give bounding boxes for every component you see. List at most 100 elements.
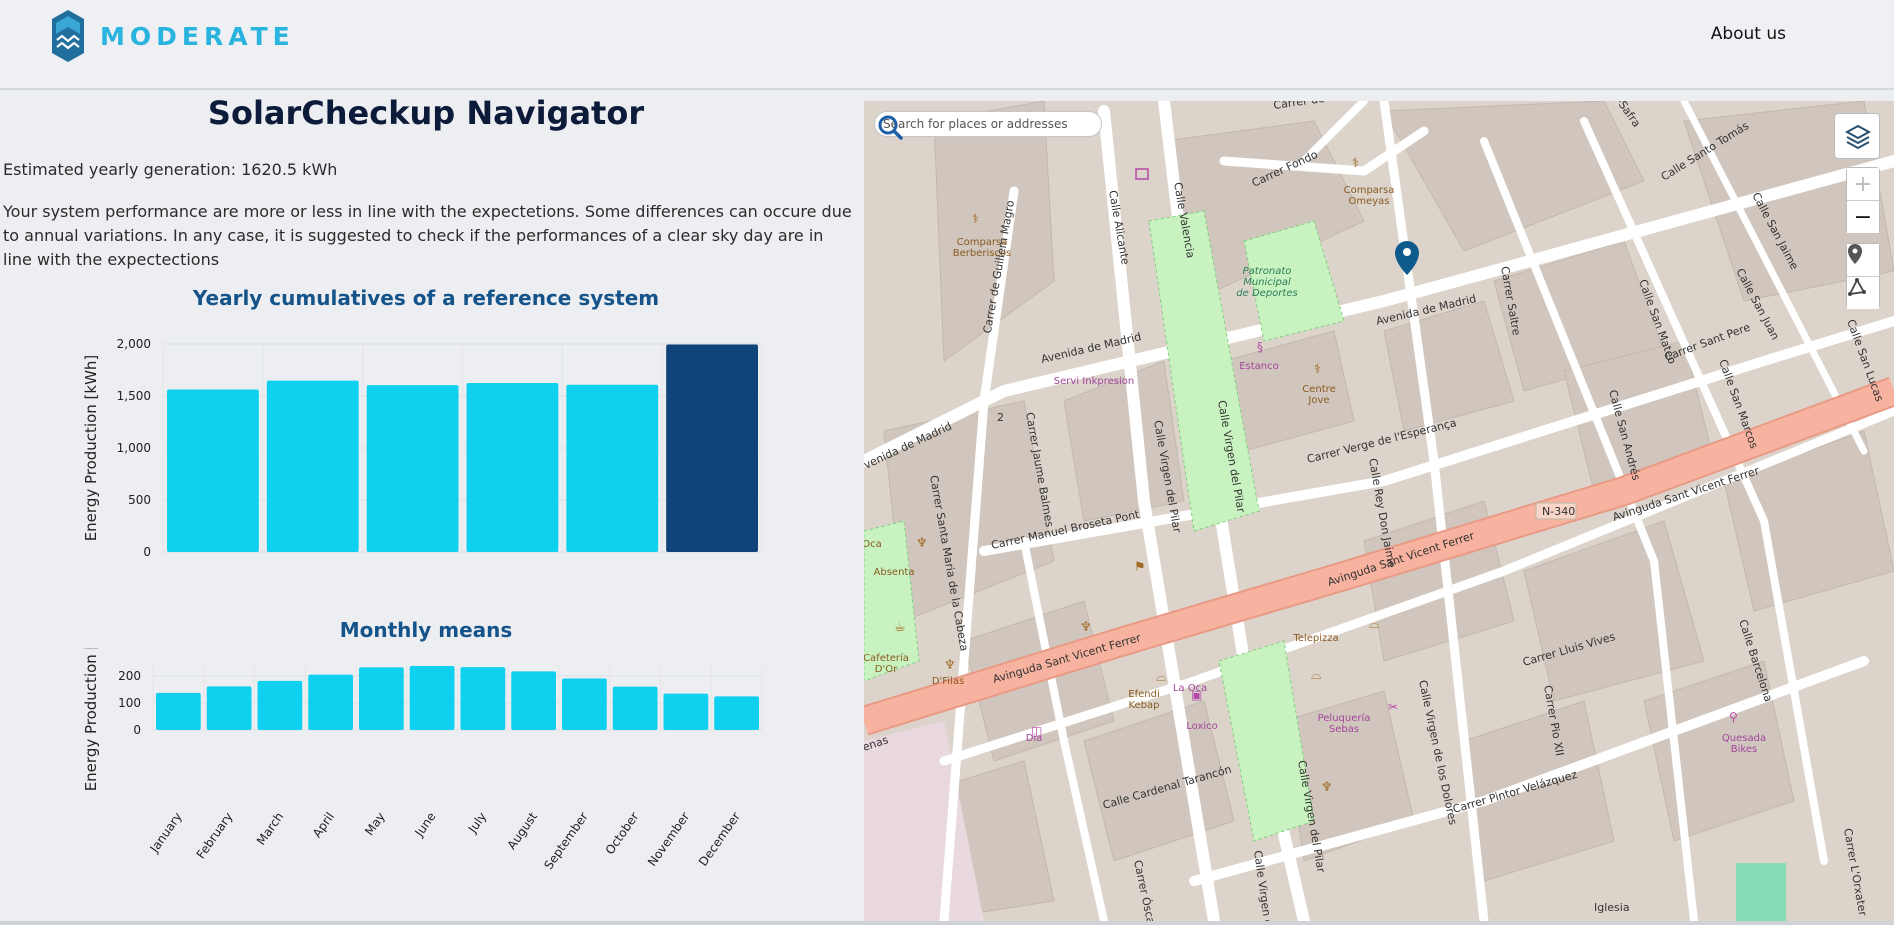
svg-text:⌓: ⌓ xyxy=(1156,670,1166,685)
marker-icon xyxy=(1848,244,1862,264)
svg-text:⌓: ⌓ xyxy=(1369,617,1379,632)
map-poi-la-oca: La Oca xyxy=(1173,683,1207,694)
map-poi-patronato: Patronato Municipal de Deportes xyxy=(1236,266,1297,299)
zoom-out-button[interactable]: − xyxy=(1847,201,1879,233)
chart-bar[interactable] xyxy=(460,667,506,730)
map-poi-comparsa-omeyas: Comparsa Omeyas xyxy=(1344,185,1395,207)
x-tick-label: April xyxy=(310,810,337,841)
map-poi-servi: Servi Inkpresion xyxy=(1054,376,1134,387)
y-tick-label: 1,000 xyxy=(117,441,151,455)
map-poi-telepizza: Telepizza xyxy=(1292,633,1338,644)
y-tick-label: 200 xyxy=(118,669,141,683)
y-tick-label: 100 xyxy=(118,696,141,710)
x-tick-label: November xyxy=(645,810,692,869)
logo-text: MODERATE xyxy=(100,21,295,51)
map-poi-dia: Dia xyxy=(1026,733,1043,744)
chart-bar[interactable] xyxy=(612,686,658,730)
results-panel: SolarCheckup Navigator Estimated yearly … xyxy=(0,92,860,922)
estimated-generation: Estimated yearly generation: 1620.5 kWh xyxy=(3,160,338,179)
yearly-chart: 05001,0001,5002,00020162017201820192020A… xyxy=(82,337,763,556)
layers-icon xyxy=(1844,124,1872,150)
zoom-in-button[interactable]: + xyxy=(1847,168,1879,200)
x-tick-label: July xyxy=(465,810,489,837)
x-tick-label: June xyxy=(412,810,439,840)
y-tick-label: 1,500 xyxy=(117,389,151,403)
y-tick-label: 0 xyxy=(143,545,151,556)
monthly-chart-title: Monthly means xyxy=(339,618,513,642)
svg-text:⚕: ⚕ xyxy=(1352,156,1359,171)
svg-text:⚑: ⚑ xyxy=(1134,560,1146,575)
svg-text:✂: ✂ xyxy=(1388,700,1398,714)
map-search-input[interactable] xyxy=(883,117,1073,131)
chart-bar[interactable] xyxy=(257,680,303,730)
svg-text:§: § xyxy=(1257,340,1263,354)
layers-button[interactable] xyxy=(1834,113,1880,159)
map-poi-dfilas: D'Filas xyxy=(932,676,964,687)
x-tick-label: February xyxy=(194,810,236,862)
draw-polyline-button[interactable] xyxy=(1847,277,1879,309)
svg-text:⚕: ⚕ xyxy=(1314,362,1321,377)
search-icon[interactable] xyxy=(875,112,905,142)
draw-controls xyxy=(1846,243,1880,309)
chart-bar[interactable] xyxy=(511,671,556,730)
page-title: SolarCheckup Navigator xyxy=(207,94,645,132)
svg-text:♆: ♆ xyxy=(916,536,928,551)
chart-bar[interactable] xyxy=(156,692,201,730)
x-tick-label: August xyxy=(505,809,541,852)
chart-bar[interactable] xyxy=(663,693,709,730)
map-label-n340: N-340 xyxy=(1542,505,1575,518)
map-search-box[interactable] xyxy=(874,111,1102,140)
x-tick-label: January xyxy=(147,810,185,856)
svg-text:♆: ♆ xyxy=(944,658,956,673)
map-label-two: 2 xyxy=(997,411,1004,424)
x-tick-label: March xyxy=(254,810,286,848)
chart-bar[interactable] xyxy=(308,674,353,730)
map-poi-efendi: Efendi Kebap xyxy=(1128,689,1159,711)
chart-bar[interactable] xyxy=(466,383,559,552)
chart-bar[interactable] xyxy=(266,380,359,552)
y-tick-label: 500 xyxy=(128,493,151,507)
monthly-chart: 0 100 200 January February March April May June J… xyxy=(82,648,763,872)
x-tick-label: October xyxy=(603,810,642,857)
svg-text:♆: ♆ xyxy=(1321,780,1333,795)
y-axis-label: Energy Production [kWh] xyxy=(82,355,100,542)
svg-text:♆: ♆ xyxy=(1080,620,1092,635)
chart-bar[interactable] xyxy=(206,686,252,730)
map-poi-comparsa-berberiscos: Comparsa Berberiscos xyxy=(953,237,1012,259)
svg-text:⚕: ⚕ xyxy=(972,212,979,227)
yearly-chart-title: Yearly cumulatives of a reference system xyxy=(192,286,660,310)
chart-bar[interactable] xyxy=(562,678,607,730)
page-bottom-bar xyxy=(0,921,1894,925)
map-poi-loxico: Loxico xyxy=(1186,721,1218,732)
x-tick-label: May xyxy=(362,810,388,838)
chart-bar[interactable] xyxy=(566,384,659,552)
svg-text:☕: ☕ xyxy=(894,620,906,635)
y-axis-label: Energy Production [kWh] xyxy=(82,648,100,791)
polyline-icon xyxy=(1848,278,1866,296)
x-tick-label: December xyxy=(696,810,743,869)
y-tick-label: 2,000 xyxy=(117,337,151,351)
map-canvas[interactable]: § ✂ ▣ ⚲ ◫ ⚕ ⚕ ⚕ ⚑ ⌓ ⌓ ⌓ ♆ ☕ ♆ ♆ ♆ Avenid… xyxy=(864,101,1894,921)
performance-message: Your system performance are more or less… xyxy=(3,202,852,269)
map-poi-absenta: Absenta xyxy=(874,567,915,578)
chart-bar[interactable] xyxy=(666,344,758,552)
chart-bar[interactable] xyxy=(714,696,759,730)
chart-bar[interactable] xyxy=(167,389,259,552)
zoom-controls: + − xyxy=(1846,167,1880,233)
nav-about-us[interactable]: About us xyxy=(1711,24,1786,44)
moderate-logo[interactable]: MODERATE xyxy=(52,10,295,62)
map-label-iglesia: Iglesia xyxy=(1594,901,1630,914)
y-tick-label: 0 xyxy=(133,723,141,737)
chart-bar[interactable] xyxy=(366,385,459,552)
moderate-logo-icon xyxy=(52,10,84,62)
svg-text:⚲: ⚲ xyxy=(1729,710,1738,724)
x-tick-label: September xyxy=(541,810,591,872)
draw-marker-button[interactable] xyxy=(1847,244,1879,276)
svg-text:⌓: ⌓ xyxy=(1311,668,1321,683)
map-poi-estanco: Estanco xyxy=(1239,361,1279,372)
chart-bar[interactable] xyxy=(409,666,455,730)
chart-bar[interactable] xyxy=(359,667,404,730)
map-view[interactable]: § ✂ ▣ ⚲ ◫ ⚕ ⚕ ⚕ ⚑ ⌓ ⌓ ⌓ ♆ ☕ ♆ ♆ ♆ Avenid… xyxy=(864,101,1894,921)
top-header: MODERATE About us xyxy=(0,0,1894,90)
map-poi-oca: Oca xyxy=(864,539,882,550)
